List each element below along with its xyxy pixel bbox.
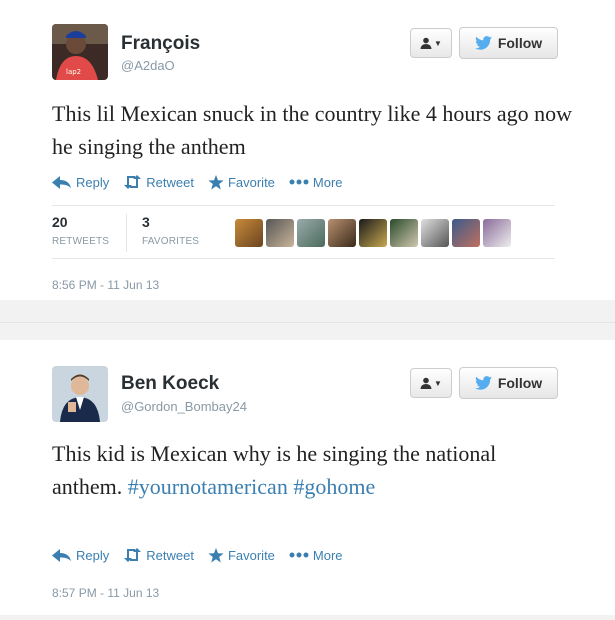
tweet-actions: Reply Retweet Favorite More — [52, 544, 357, 566]
retweeter-avatar[interactable] — [266, 219, 294, 247]
retweet-label: Retweet — [146, 547, 194, 563]
user-name[interactable]: François — [121, 33, 200, 55]
follow-button[interactable]: Follow — [459, 27, 558, 59]
caret-down-icon: ▼ — [434, 38, 442, 48]
retweet-icon — [124, 548, 142, 562]
tweet-card-1: lap2 François @A2daO ▼ Follow This lil M… — [0, 0, 615, 300]
more-action[interactable]: More — [289, 175, 343, 190]
retweets-stat[interactable]: 20 RETWEETS — [52, 214, 109, 247]
user-actions-button[interactable]: ▼ — [410, 28, 452, 58]
caret-down-icon: ▼ — [434, 378, 442, 388]
reply-label: Reply — [76, 547, 110, 563]
retweeter-avatar[interactable] — [235, 219, 263, 247]
twitter-bird-icon — [474, 36, 492, 50]
retweeter-avatar[interactable] — [483, 219, 511, 247]
star-icon — [208, 547, 224, 562]
avatar[interactable] — [52, 366, 108, 422]
separator — [0, 322, 615, 323]
user-actions-button[interactable]: ▼ — [410, 368, 452, 398]
favorite-label: Favorite — [227, 174, 275, 190]
more-dots-icon — [289, 552, 309, 558]
retweeter-avatar[interactable] — [297, 219, 325, 247]
more-action[interactable]: More — [289, 548, 343, 563]
favorite-action[interactable]: Favorite — [208, 547, 275, 563]
retweeter-avatar[interactable] — [390, 219, 418, 247]
retweets-count: 20 — [52, 214, 68, 230]
hashtag-link[interactable]: #gohome — [293, 474, 375, 499]
user-handle[interactable]: @Gordon_Bombay24 — [121, 399, 247, 414]
user-name[interactable]: Ben Koeck — [121, 373, 219, 395]
reply-action[interactable]: Reply — [52, 175, 109, 190]
retweet-icon — [124, 175, 142, 189]
more-dots-icon — [289, 179, 309, 185]
retweeter-avatar[interactable] — [328, 219, 356, 247]
favorites-stat[interactable]: 3 FAVORITES — [142, 214, 199, 247]
svg-text:lap2: lap2 — [66, 68, 81, 76]
tweet-card-2: Ben Koeck @Gordon_Bombay24 ▼ Follow This… — [0, 340, 615, 615]
retweeter-avatar[interactable] — [452, 219, 480, 247]
more-label: More — [312, 174, 343, 190]
retweeter-avatar[interactable] — [359, 219, 387, 247]
retweet-action[interactable]: Retweet — [123, 175, 194, 190]
favorites-label: FAVORITES — [142, 236, 200, 247]
stat-divider — [126, 214, 127, 252]
tweet-text: This lil Mexican snuck in the country li… — [52, 101, 572, 159]
person-icon — [420, 37, 432, 49]
tweet-actions: Reply Retweet Favorite More — [52, 171, 357, 193]
more-label: More — [312, 547, 343, 563]
hashtag-link[interactable]: #yournotamerican — [128, 474, 288, 499]
retweeter-avatars — [235, 219, 511, 247]
user-handle[interactable]: @A2daO — [121, 58, 175, 73]
tweet-text: This kid is Mexican why is he singing th… — [52, 437, 522, 503]
retweet-label: Retweet — [146, 174, 194, 190]
timestamp[interactable]: 8:56 PM - 11 Jun 13 — [52, 278, 159, 292]
follow-button[interactable]: Follow — [459, 367, 558, 399]
follow-label: Follow — [497, 375, 543, 391]
follow-label: Follow — [497, 35, 543, 51]
person-icon — [420, 377, 432, 389]
star-icon — [208, 174, 224, 189]
retweet-action[interactable]: Retweet — [123, 548, 194, 563]
timestamp[interactable]: 8:57 PM - 11 Jun 13 — [52, 586, 159, 600]
favorite-action[interactable]: Favorite — [208, 174, 275, 190]
tweet-stats: 20 RETWEETS 3 FAVORITES — [52, 205, 555, 259]
reply-label: Reply — [76, 174, 110, 190]
reply-icon — [52, 548, 71, 562]
retweets-label: RETWEETS — [52, 236, 110, 247]
favorite-label: Favorite — [227, 547, 275, 563]
retweeter-avatar[interactable] — [421, 219, 449, 247]
avatar[interactable]: lap2 — [52, 24, 108, 80]
reply-action[interactable]: Reply — [52, 548, 109, 563]
twitter-bird-icon — [474, 376, 492, 390]
favorites-count: 3 — [142, 214, 150, 230]
reply-icon — [52, 175, 71, 189]
